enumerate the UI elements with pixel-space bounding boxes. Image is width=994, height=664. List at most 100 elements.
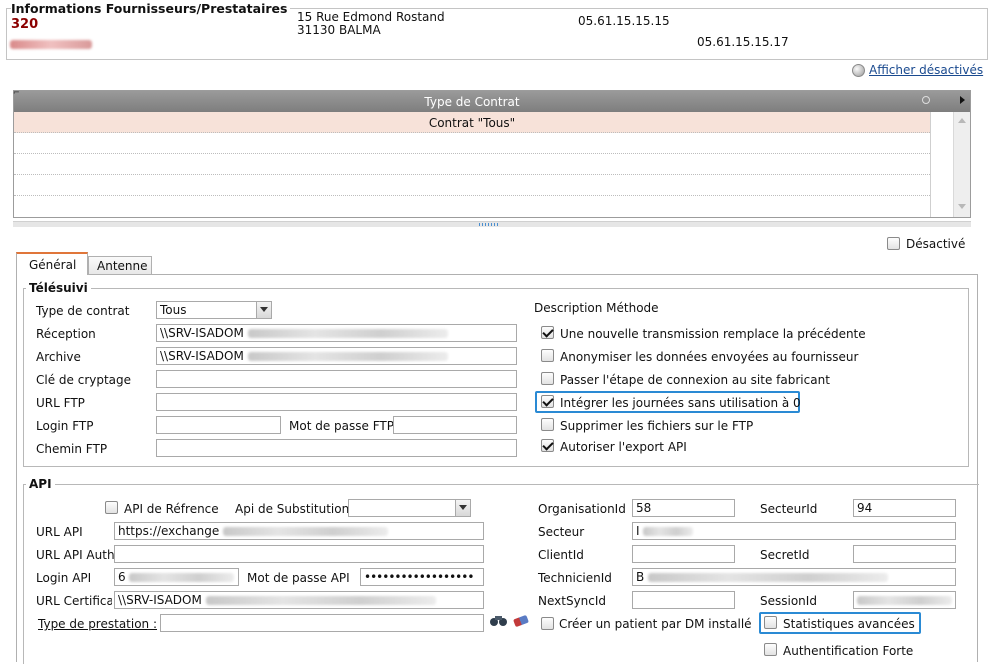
type-prestation-input[interactable] — [160, 614, 484, 632]
reception-label: Réception — [36, 327, 96, 341]
client-id-input[interactable] — [632, 545, 735, 563]
secteur-id-value: 94 — [857, 501, 873, 515]
option-checkbox-export-api[interactable] — [541, 439, 554, 452]
option-checkbox-integrer[interactable] — [541, 395, 554, 408]
grid-cell: Contrat "Tous" — [428, 116, 516, 130]
mdp-ftp-input[interactable] — [393, 416, 517, 434]
option-label-integrer: Intégrer les journées sans utilisation à… — [560, 396, 801, 410]
authentification-checkbox[interactable] — [764, 643, 777, 656]
description-methode-label: Description Méthode — [534, 301, 659, 315]
login-ftp-input[interactable] — [156, 416, 281, 434]
type-contrat-select[interactable]: Tous — [156, 301, 272, 319]
api-substitution-select[interactable] — [348, 499, 471, 517]
grid-scrollbar[interactable] — [953, 112, 970, 217]
tab-general-label: Général — [29, 258, 77, 272]
technicien-id-label: TechnicienId — [538, 571, 612, 585]
table-row[interactable] — [14, 196, 930, 217]
url-api-auth-input[interactable] — [114, 545, 484, 563]
url-api-label: URL API — [36, 525, 83, 539]
binoculars-icon[interactable] — [490, 615, 508, 627]
login-api-value: 6 — [118, 570, 126, 584]
redacted-text — [247, 329, 448, 338]
chemin-ftp-label: Chemin FTP — [36, 442, 108, 456]
redacted-text — [223, 527, 389, 536]
grid-header[interactable]: Type de Contrat — [14, 91, 970, 112]
table-row[interactable]: Contrat "Tous" — [14, 112, 930, 133]
url-api-value: https://exchange — [118, 524, 220, 538]
grid-header-label: Type de Contrat — [424, 95, 520, 109]
organisation-label: OrganisationId — [538, 502, 626, 516]
nextsync-id-input[interactable] — [632, 591, 735, 609]
session-id-input[interactable] — [853, 591, 956, 609]
scroll-down-icon[interactable] — [958, 204, 966, 209]
creer-patient-label: Créer un patient par DM installé — [559, 617, 752, 631]
chemin-ftp-input[interactable] — [156, 439, 517, 457]
secteur-id-input[interactable]: 94 — [853, 499, 956, 517]
nextsync-id-label: NextSyncId — [538, 594, 607, 608]
redacted-text — [857, 596, 952, 605]
phone-primary: 05.61.15.15.15 — [578, 14, 670, 28]
redacted-text — [205, 596, 436, 605]
api-reference-checkbox[interactable] — [105, 501, 118, 514]
option-label-passer: Passer l'étape de connexion au site fabr… — [560, 373, 830, 387]
secret-id-label: SecretId — [760, 548, 810, 562]
splitter-bar[interactable] — [13, 221, 971, 227]
secret-id-input[interactable] — [853, 545, 956, 563]
table-row[interactable] — [14, 175, 930, 196]
organisation-value: 58 — [636, 501, 652, 515]
search-icon[interactable] — [922, 96, 930, 104]
tab-active-gap — [17, 273, 87, 275]
statistiques-checkbox[interactable] — [764, 616, 777, 629]
mdp-api-input[interactable]: •••••••••••••••••• — [360, 568, 484, 586]
organisation-input[interactable]: 58 — [632, 499, 735, 517]
desactive-checkbox[interactable] — [887, 237, 900, 250]
reception-value: \\SRV-ISADOM — [160, 326, 244, 340]
header-title: Informations Fournisseurs/Prestataires — [11, 2, 291, 16]
scroll-up-icon[interactable] — [958, 118, 966, 123]
tab-general[interactable]: Général — [16, 252, 88, 275]
secteur-label: Secteur — [538, 525, 585, 539]
option-checkbox-passer[interactable] — [541, 372, 554, 385]
option-checkbox-remplace[interactable] — [541, 326, 554, 339]
table-row[interactable] — [14, 133, 930, 154]
option-checkbox-supprimer[interactable] — [541, 418, 554, 431]
redacted-text — [643, 527, 694, 536]
statistiques-label: Statistiques avancées — [783, 617, 915, 631]
url-ftp-label: URL FTP — [36, 396, 85, 410]
client-id-label: ClientId — [538, 548, 584, 562]
secteur-input[interactable]: I — [632, 522, 956, 540]
reception-input[interactable]: \\SRV-ISADOM — [156, 324, 517, 342]
splitter-grip-icon — [479, 223, 499, 226]
api-substitution-label: Api de Substitution — [235, 502, 350, 516]
url-certificat-value: \\SRV-ISADOM — [118, 593, 202, 607]
creer-patient-checkbox[interactable] — [541, 617, 554, 630]
supplier-code: 320 — [11, 17, 39, 32]
option-checkbox-anonymiser[interactable] — [541, 349, 554, 362]
authentification-label: Authentification Forte — [783, 644, 914, 658]
login-api-input[interactable]: 6 — [114, 568, 239, 586]
cle-cryptage-input[interactable] — [156, 370, 517, 388]
chevron-down-icon[interactable] — [455, 500, 470, 516]
redacted-text — [247, 352, 448, 361]
url-ftp-input[interactable] — [156, 393, 517, 411]
table-row[interactable] — [14, 154, 930, 175]
mdp-api-value: •••••••••••••••••• — [364, 570, 474, 584]
archive-input[interactable]: \\SRV-ISADOM — [156, 347, 517, 365]
cle-cryptage-label: Clé de cryptage — [36, 373, 132, 387]
login-api-label: Login API — [36, 571, 92, 585]
url-certificat-label: URL Certificat — [36, 594, 112, 608]
technicien-id-input[interactable]: B — [632, 568, 956, 586]
redacted-text — [129, 573, 235, 582]
url-certificat-input[interactable]: \\SRV-ISADOM — [114, 591, 484, 609]
session-id-label: SessionId — [760, 594, 817, 608]
show-disabled-label: Afficher désactivés — [869, 63, 984, 77]
secteur-id-label: SecteurId — [760, 502, 818, 516]
option-label-anonymiser: Anonymiser les données envoyées au fourn… — [560, 350, 859, 364]
column-menu-icon[interactable] — [960, 96, 965, 104]
tab-antenne[interactable]: Antenne — [88, 256, 152, 275]
telesuivi-legend: Télésuivi — [26, 281, 91, 295]
url-api-input[interactable]: https://exchange — [114, 522, 484, 540]
type-prestation-link[interactable]: Type de prestation : — [38, 617, 157, 631]
chevron-down-icon[interactable] — [256, 302, 271, 318]
redacted-text — [648, 573, 889, 582]
